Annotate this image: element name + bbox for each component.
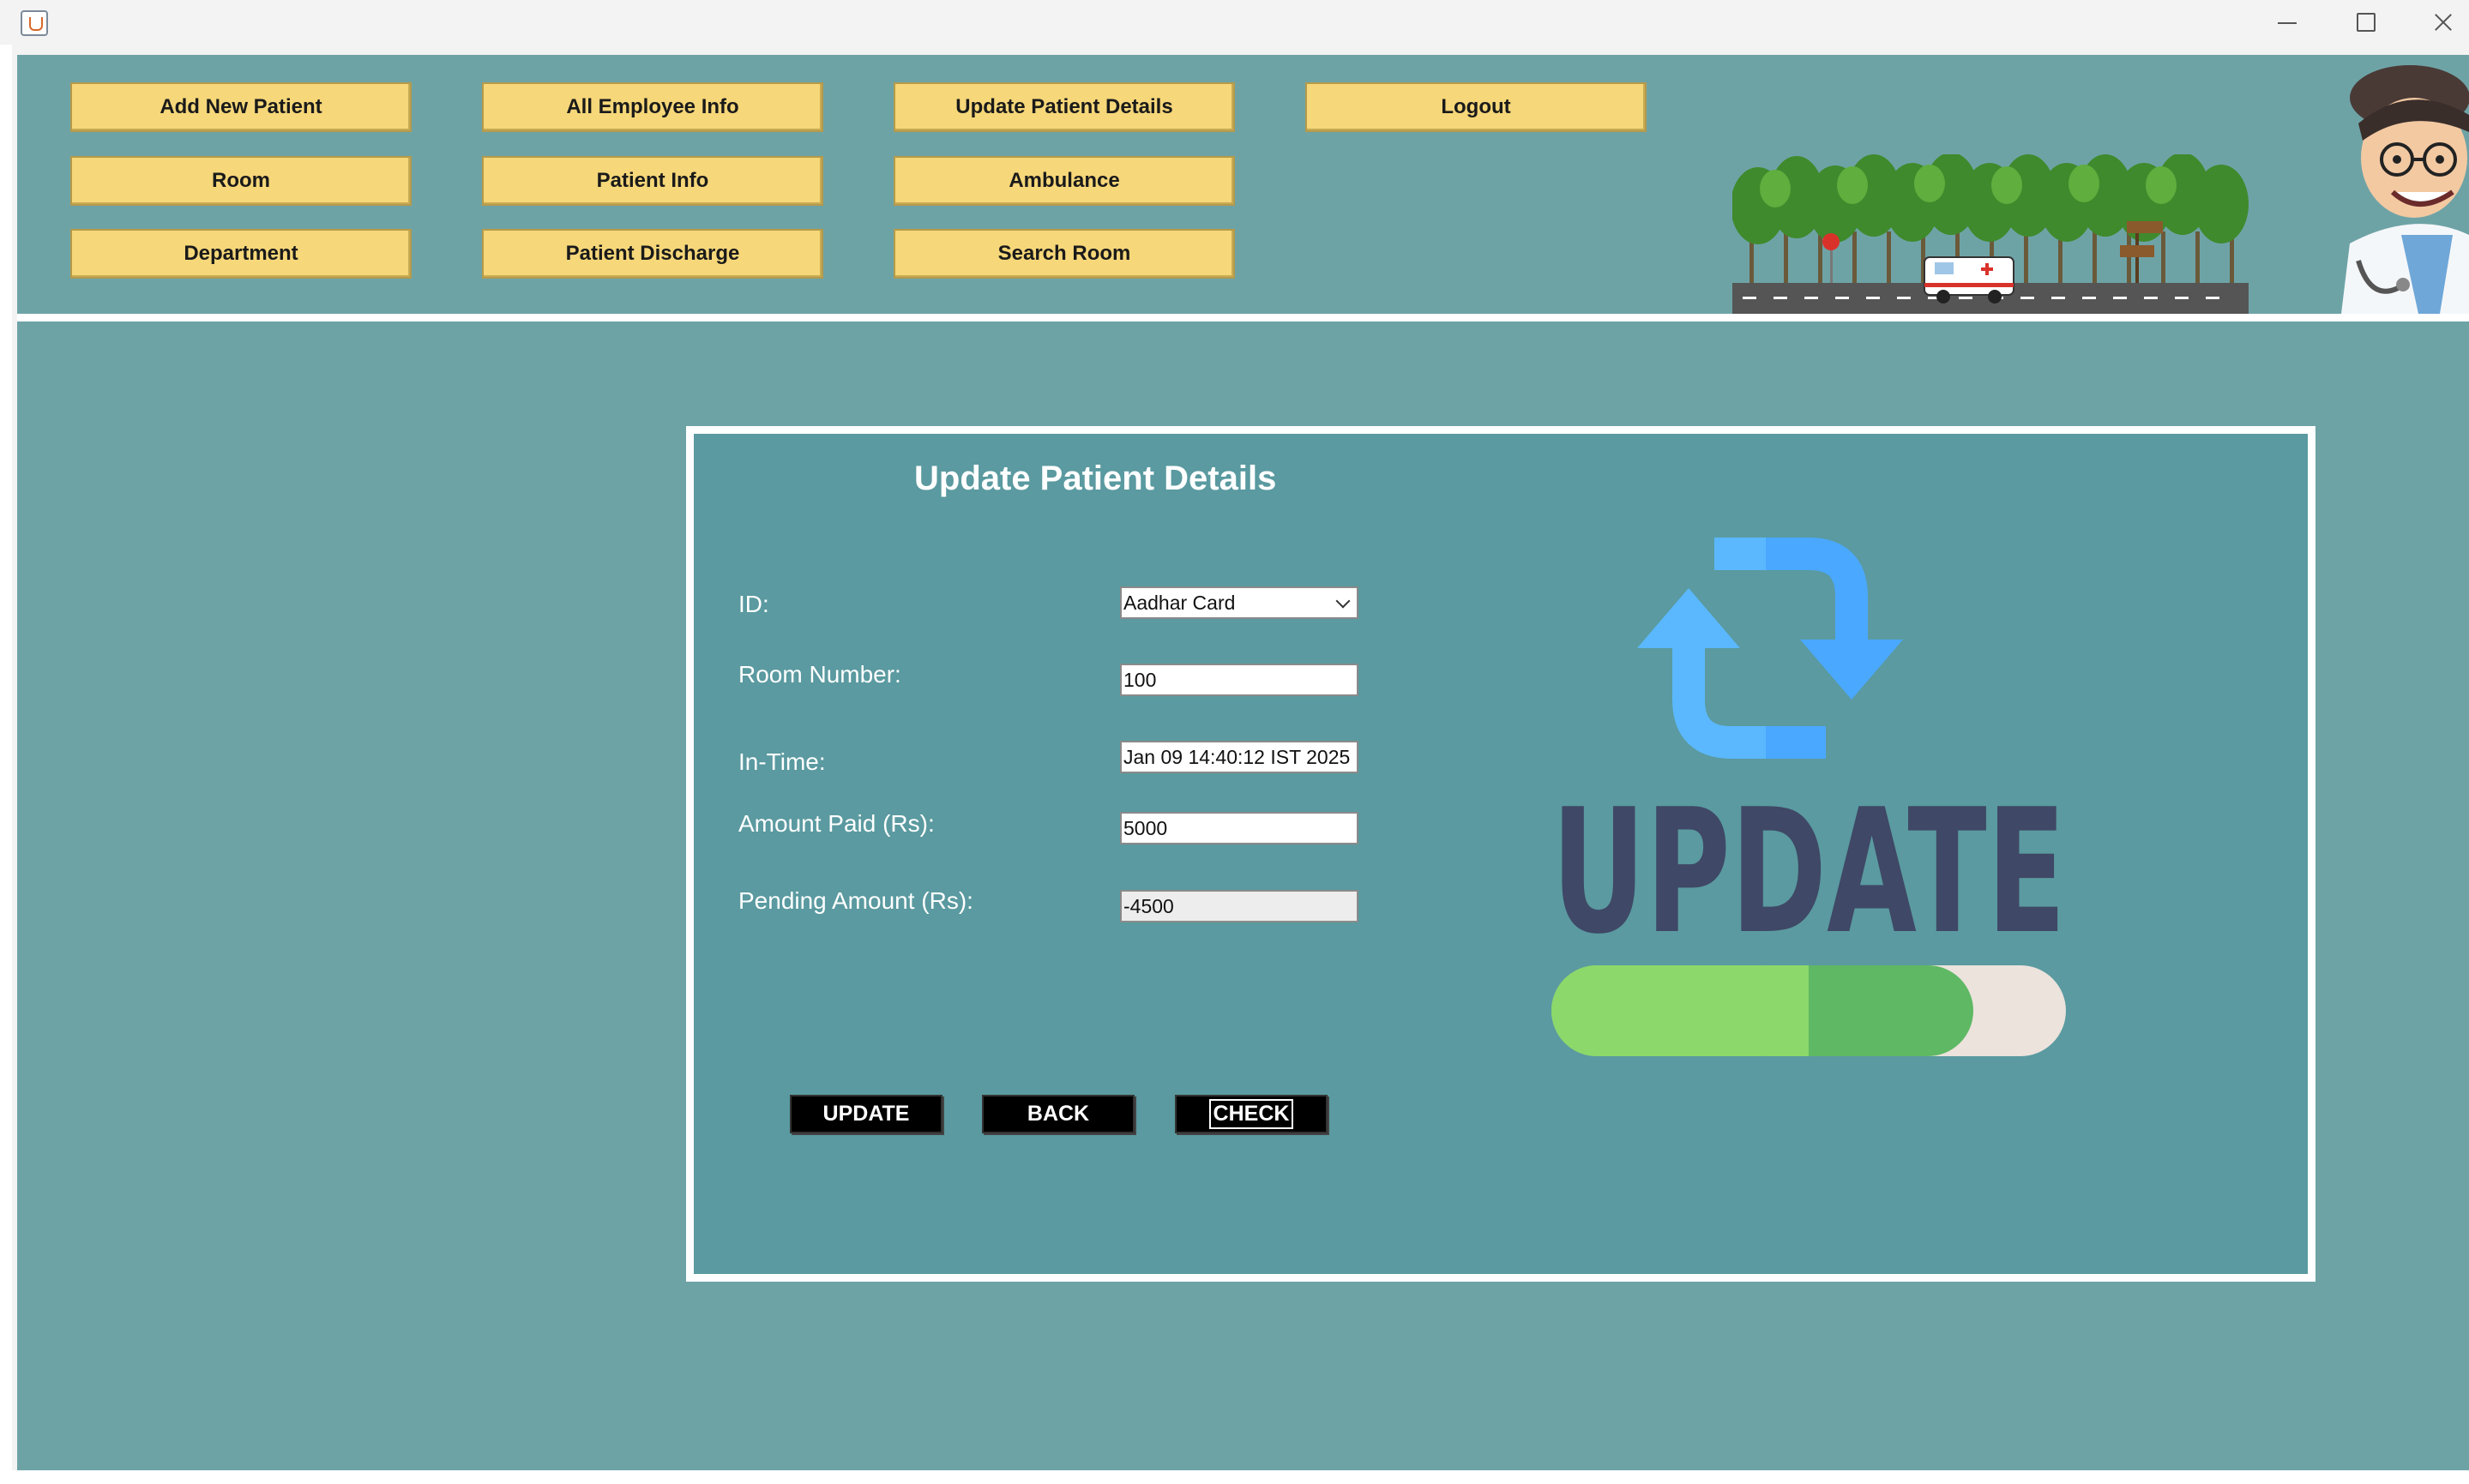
update-patient-card: Update Patient Details ID: Aadhar Card R…: [686, 426, 2315, 1282]
pending-amount-field[interactable]: -4500: [1120, 890, 1358, 922]
add-new-patient-button[interactable]: Add New Patient: [70, 82, 412, 132]
close-icon[interactable]: [2401, 0, 2469, 45]
patient-discharge-button[interactable]: Patient Discharge: [482, 229, 823, 279]
room-number-field[interactable]: 100: [1120, 664, 1358, 696]
ambulance-scene-image: [1732, 154, 2249, 314]
in-time-label: In-Time:: [738, 748, 826, 775]
search-room-button[interactable]: Search Room: [894, 229, 1235, 279]
pending-amount-label: Pending Amount (Rs):: [738, 887, 973, 914]
check-button[interactable]: CHECK: [1175, 1095, 1328, 1133]
window-title-bar: [0, 0, 2469, 45]
update-patient-details-button[interactable]: Update Patient Details: [894, 82, 1235, 132]
update-button[interactable]: UPDATE: [790, 1095, 942, 1133]
java-cup-icon: [21, 10, 48, 36]
id-select-value: Aadhar Card: [1123, 592, 1236, 614]
window-bottom-border: [0, 1470, 2469, 1484]
menu-divider: [17, 314, 2469, 321]
maximize-icon[interactable]: [2324, 0, 2403, 45]
room-number-label: Room Number:: [738, 661, 901, 688]
id-select[interactable]: Aadhar Card: [1120, 586, 1358, 619]
minimize-icon[interactable]: [2247, 0, 2326, 45]
window-border: [0, 45, 12, 1484]
room-button[interactable]: Room: [70, 156, 412, 206]
check-button-label: CHECK: [1208, 1099, 1294, 1129]
patient-info-button[interactable]: Patient Info: [482, 156, 823, 206]
in-time-field[interactable]: Jan 09 14:40:12 IST 2025: [1120, 741, 1358, 773]
doctor-avatar-image: [2341, 65, 2469, 314]
ambulance-button[interactable]: Ambulance: [894, 156, 1235, 206]
back-button[interactable]: BACK: [982, 1095, 1135, 1133]
logout-button[interactable]: Logout: [1305, 82, 1647, 132]
refresh-arrows-icon: [1637, 538, 1903, 759]
id-label: ID:: [738, 591, 769, 617]
department-button[interactable]: Department: [70, 229, 412, 279]
page-title: Update Patient Details: [914, 460, 1277, 497]
chevron-down-icon: [1335, 593, 1351, 609]
update-graphic-word: UPDATE: [1551, 772, 2066, 972]
update-illustration: UPDATE: [1551, 538, 2066, 1056]
progress-fill-join: [1766, 965, 1809, 1056]
amount-paid-field[interactable]: 5000: [1120, 812, 1358, 844]
amount-paid-label: Amount Paid (Rs):: [738, 810, 935, 837]
all-employee-info-button[interactable]: All Employee Info: [482, 82, 823, 132]
